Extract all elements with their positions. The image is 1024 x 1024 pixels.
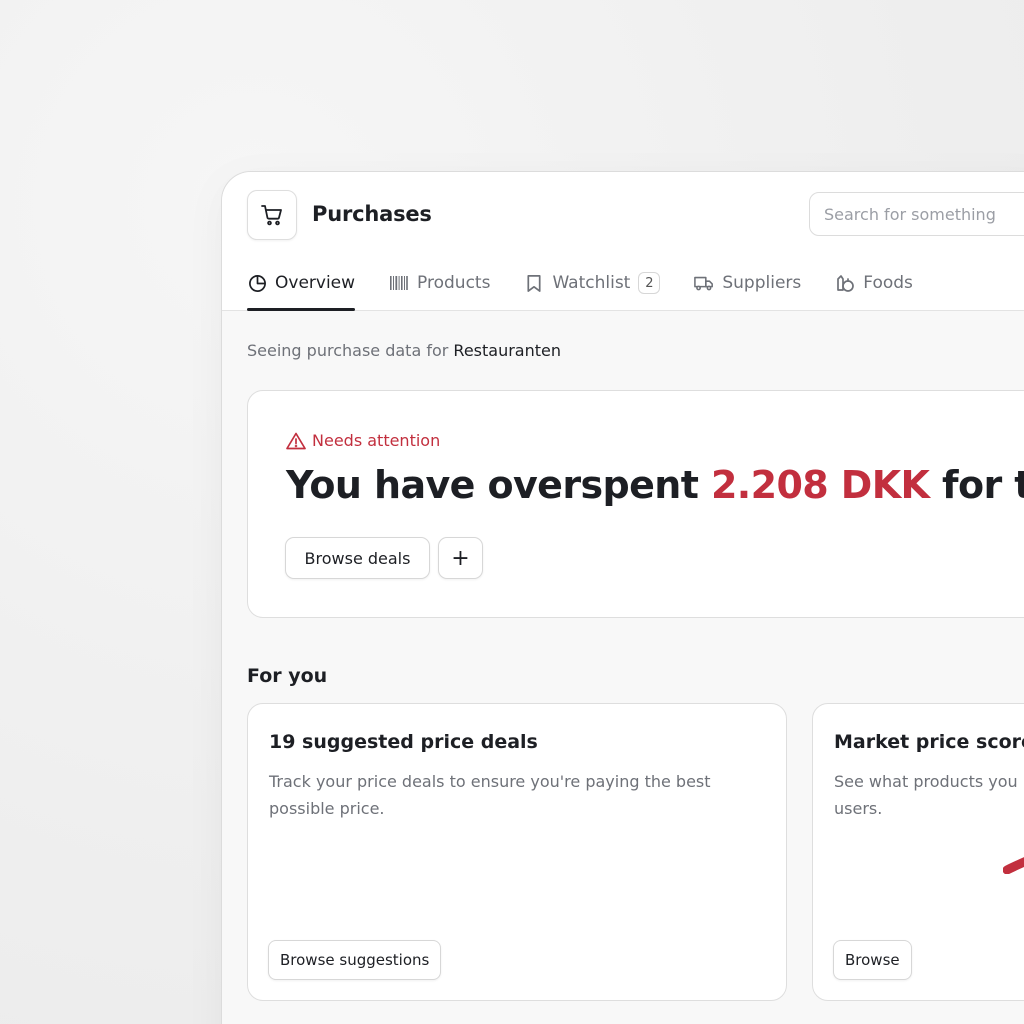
tab-bar: Overview Products Watchlist 2 Suppliers …	[247, 256, 947, 311]
section-title: For you	[247, 665, 328, 687]
pie-chart-icon	[247, 273, 267, 293]
tab-overview-label: Overview	[275, 273, 356, 293]
context-prefix: Seeing purchase data for	[247, 341, 449, 360]
app-icon-button[interactable]	[247, 190, 297, 240]
app-window: Purchases Overview	[221, 171, 1024, 1024]
alert-card: Needs attention You have overspent 2.208…	[247, 390, 1024, 618]
card-title: Market price score	[834, 731, 1024, 753]
truck-icon	[694, 273, 714, 293]
alert-headline: You have overspent 2.208 DKK for this p	[286, 463, 1024, 507]
search-input[interactable]	[809, 192, 1024, 236]
overspent-amount: 2.208 DKK	[710, 463, 930, 507]
tab-products[interactable]: Products	[389, 256, 490, 310]
bookmark-icon	[524, 273, 544, 293]
food-icon	[835, 273, 855, 293]
card-title: 19 suggested price deals	[269, 731, 538, 753]
context-line: Seeing purchase data for Restauranten	[247, 341, 561, 360]
tab-overview[interactable]: Overview	[247, 256, 356, 311]
page-title: Purchases	[312, 202, 432, 226]
headline-start: You have overspent	[286, 463, 699, 507]
add-button[interactable]: +	[438, 537, 483, 579]
tab-watchlist[interactable]: Watchlist 2	[524, 256, 661, 310]
alert-label: Needs attention	[286, 431, 440, 450]
tab-suppliers-label: Suppliers	[722, 273, 802, 293]
card-description: See what products you pay more for compa…	[834, 772, 1024, 818]
headline-end: for this p	[942, 463, 1024, 507]
card-description: Track your price deals to ensure you're …	[269, 772, 711, 818]
cart-icon	[261, 205, 282, 226]
context-value: Restauranten	[453, 341, 561, 360]
browse-deals-button[interactable]: Browse deals	[285, 537, 430, 579]
browse-button[interactable]: Browse	[833, 940, 912, 980]
watchlist-count-badge: 2	[638, 272, 661, 294]
tab-suppliers[interactable]: Suppliers	[694, 256, 801, 310]
warning-icon	[286, 432, 306, 450]
alert-label-text: Needs attention	[312, 431, 441, 450]
tab-foods-label: Foods	[863, 273, 913, 293]
window-header: Purchases Overview	[222, 172, 1024, 311]
price-deals-card: 19 suggested price deals Track your pric…	[247, 703, 787, 1001]
tab-watchlist-label: Watchlist	[552, 273, 631, 293]
browse-suggestions-button[interactable]: Browse suggestions	[268, 940, 442, 980]
market-price-card: Market price score See what products you…	[812, 703, 1024, 1001]
barcode-icon	[389, 273, 409, 293]
backdrop: Purchases Overview	[0, 0, 1024, 1024]
tab-products-label: Products	[417, 273, 491, 293]
tab-foods[interactable]: Foods	[835, 256, 913, 310]
price-trend-graphic	[1003, 857, 1024, 874]
